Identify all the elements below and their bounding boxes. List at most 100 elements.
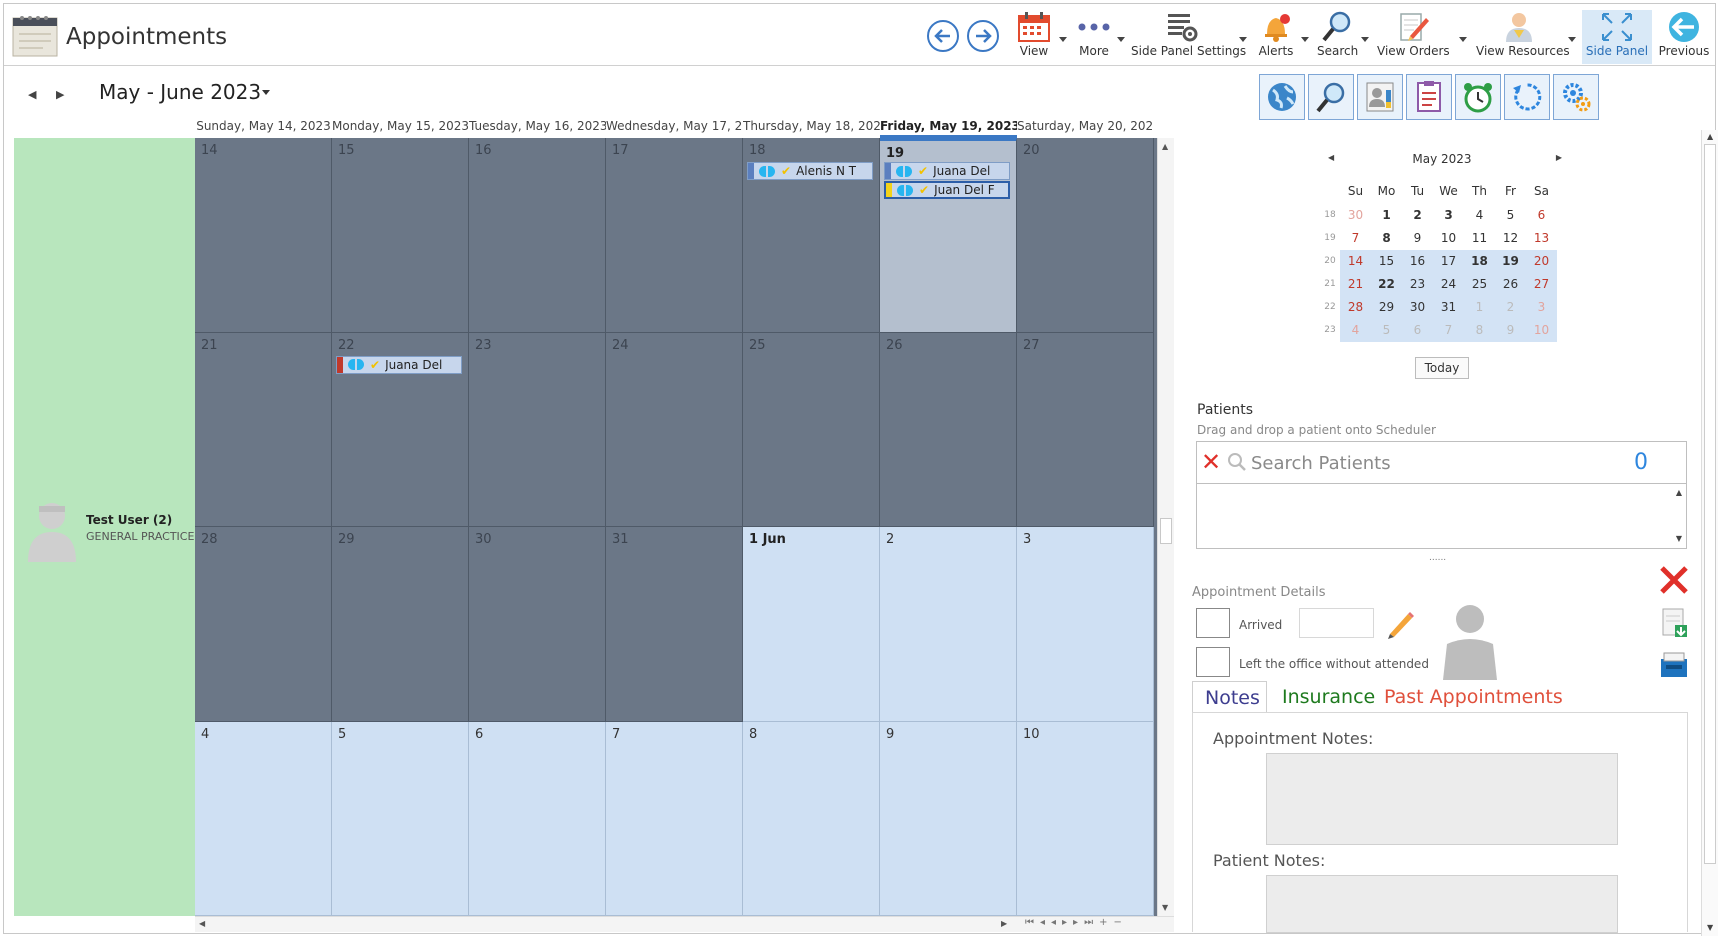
search-dropdown-caret[interactable] <box>1361 37 1369 42</box>
mini-day[interactable]: 10 <box>1526 319 1557 342</box>
mini-day[interactable]: 6 <box>1402 319 1433 342</box>
mini-day[interactable]: 9 <box>1495 319 1526 342</box>
side-panel-settings-caret[interactable] <box>1239 37 1247 42</box>
mini-day[interactable]: 11 <box>1464 227 1495 250</box>
mini-day[interactable]: 26 <box>1495 273 1526 296</box>
alarm-tool-button[interactable] <box>1455 74 1501 120</box>
day-cell[interactable]: 26 <box>880 332 1017 527</box>
mini-day[interactable]: 18 <box>1464 250 1495 273</box>
day-cell[interactable]: 10 <box>1017 721 1154 916</box>
resource-column[interactable]: Test User (2) GENERAL PRACTICE <box>14 138 195 916</box>
day-cell[interactable]: 25 <box>743 332 880 527</box>
more-dropdown-caret[interactable] <box>1117 37 1125 42</box>
patient-card-tool-button[interactable] <box>1357 74 1403 120</box>
date-range-title[interactable]: May - June 2023 <box>99 80 261 104</box>
day-cell[interactable]: 8 <box>743 721 880 916</box>
day-cell-selected[interactable]: 19 ✔ Juana Del ✔ Juan Del F <box>880 138 1017 333</box>
forward-arrow-button[interactable] <box>967 20 999 52</box>
day-cell[interactable]: 18 ✔ Alenis N T <box>743 138 880 333</box>
day-cell[interactable]: 6 <box>469 721 606 916</box>
mini-day[interactable]: 30 <box>1402 296 1433 319</box>
resource-navigator-icons[interactable]: ⏮◂◂▸▸⏭+− <box>1025 917 1128 928</box>
mini-day[interactable]: 2 <box>1402 204 1433 227</box>
side-panel-settings-button[interactable]: Side Panel Settings <box>1131 10 1246 64</box>
today-button[interactable]: Today <box>1415 357 1469 379</box>
search-patients-input[interactable]: Search Patients <box>1251 453 1391 474</box>
tab-insurance[interactable]: Insurance <box>1270 681 1387 713</box>
day-cell[interactable]: 7 <box>606 721 743 916</box>
alerts-button[interactable]: Alerts <box>1256 10 1296 64</box>
more-button[interactable]: More <box>1074 10 1114 64</box>
mini-calendar-next-button[interactable]: ▶ <box>1556 153 1562 162</box>
scroll-left-icon[interactable]: ◀ <box>199 919 205 928</box>
export-document-icon[interactable] <box>1658 607 1690 643</box>
calendar-horizontal-scrollbar[interactable]: ◀ ▶ ⏮◂◂▸▸⏭+− <box>195 916 1174 932</box>
appointment-block[interactable]: ✔ Juana Del <box>884 162 1010 180</box>
mini-day[interactable]: 30 <box>1340 204 1371 227</box>
day-cell[interactable]: 17 <box>606 138 743 333</box>
date-range-dropdown-caret[interactable] <box>262 90 270 95</box>
mini-day[interactable]: 2 <box>1495 296 1526 319</box>
appointment-block[interactable]: ✔ Juana Del <box>336 355 462 374</box>
previous-button[interactable]: Previous <box>1656 10 1712 64</box>
mini-day[interactable]: 9 <box>1402 227 1433 250</box>
mini-day[interactable]: 8 <box>1371 227 1402 250</box>
patients-scroll-up-icon[interactable]: ▲ <box>1676 488 1682 497</box>
clear-search-icon[interactable]: ✕ <box>1201 448 1221 476</box>
view-button[interactable]: View <box>1014 10 1054 64</box>
tab-past-appointments[interactable]: Past Appointments <box>1372 681 1575 713</box>
range-prev-button[interactable]: ◀ <box>28 88 36 101</box>
arrived-time-field[interactable] <box>1299 608 1374 638</box>
mini-day[interactable]: 1 <box>1464 296 1495 319</box>
mini-day[interactable]: 22 <box>1371 273 1402 296</box>
mini-day[interactable]: 15 <box>1371 250 1402 273</box>
mini-day[interactable]: 4 <box>1340 319 1371 342</box>
day-cell[interactable]: 5 <box>332 721 469 916</box>
checklist-tool-button[interactable] <box>1406 74 1452 120</box>
side-panel-scrollbar[interactable]: ▲ ▼ <box>1701 130 1718 936</box>
day-cell[interactable]: 28 <box>195 527 332 722</box>
day-cell[interactable]: 3 <box>1017 527 1154 722</box>
view-resources-caret[interactable] <box>1568 37 1576 42</box>
mini-day[interactable]: 6 <box>1526 204 1557 227</box>
mini-day[interactable]: 16 <box>1402 250 1433 273</box>
scroll-right-icon[interactable]: ▶ <box>1001 919 1007 928</box>
mini-day[interactable]: 14 <box>1340 250 1371 273</box>
appointment-notes-textarea[interactable] <box>1266 753 1618 845</box>
day-cell[interactable]: 21 <box>195 332 332 527</box>
mini-day[interactable]: 7 <box>1433 319 1464 342</box>
range-next-button[interactable]: ▶ <box>56 88 64 101</box>
mini-day[interactable]: 8 <box>1464 319 1495 342</box>
mini-day[interactable]: 13 <box>1526 227 1557 250</box>
mini-day[interactable]: 29 <box>1371 296 1402 319</box>
day-cell[interactable]: 9 <box>880 721 1017 916</box>
refresh-tool-button[interactable] <box>1504 74 1550 120</box>
mini-day[interactable]: 31 <box>1433 296 1464 319</box>
day-cell[interactable]: 23 <box>469 332 606 527</box>
archive-tray-icon[interactable] <box>1658 649 1690 685</box>
globe-tool-button[interactable] <box>1259 74 1305 120</box>
day-cell[interactable]: 15 <box>332 138 469 333</box>
scroll-thumb[interactable] <box>1160 518 1172 544</box>
day-cell[interactable]: 29 <box>332 527 469 722</box>
day-cell[interactable]: 4 <box>195 721 332 916</box>
back-arrow-button[interactable] <box>927 20 959 52</box>
mini-day[interactable]: 25 <box>1464 273 1495 296</box>
day-cell[interactable]: 1 Jun <box>743 527 880 722</box>
mini-day[interactable]: 24 <box>1433 273 1464 296</box>
side-panel-button[interactable]: Side Panel <box>1582 10 1652 64</box>
mini-day[interactable]: 28 <box>1340 296 1371 319</box>
day-cell[interactable]: 16 <box>469 138 606 333</box>
view-resources-button[interactable]: View Resources <box>1476 10 1570 64</box>
mini-day[interactable]: 27 <box>1526 273 1557 296</box>
view-dropdown-caret[interactable] <box>1059 37 1067 42</box>
arrived-checkbox[interactable] <box>1196 608 1230 638</box>
side-panel-scroll-down-icon[interactable]: ▼ <box>1707 923 1713 932</box>
side-panel-scroll-thumb[interactable] <box>1704 144 1716 864</box>
mini-day[interactable]: 4 <box>1464 204 1495 227</box>
mini-day[interactable]: 7 <box>1340 227 1371 250</box>
day-cell[interactable]: 24 <box>606 332 743 527</box>
mini-day[interactable]: 19 <box>1495 250 1526 273</box>
panel-splitter[interactable]: ...... <box>1429 553 1446 563</box>
find-tool-button[interactable] <box>1308 74 1354 120</box>
